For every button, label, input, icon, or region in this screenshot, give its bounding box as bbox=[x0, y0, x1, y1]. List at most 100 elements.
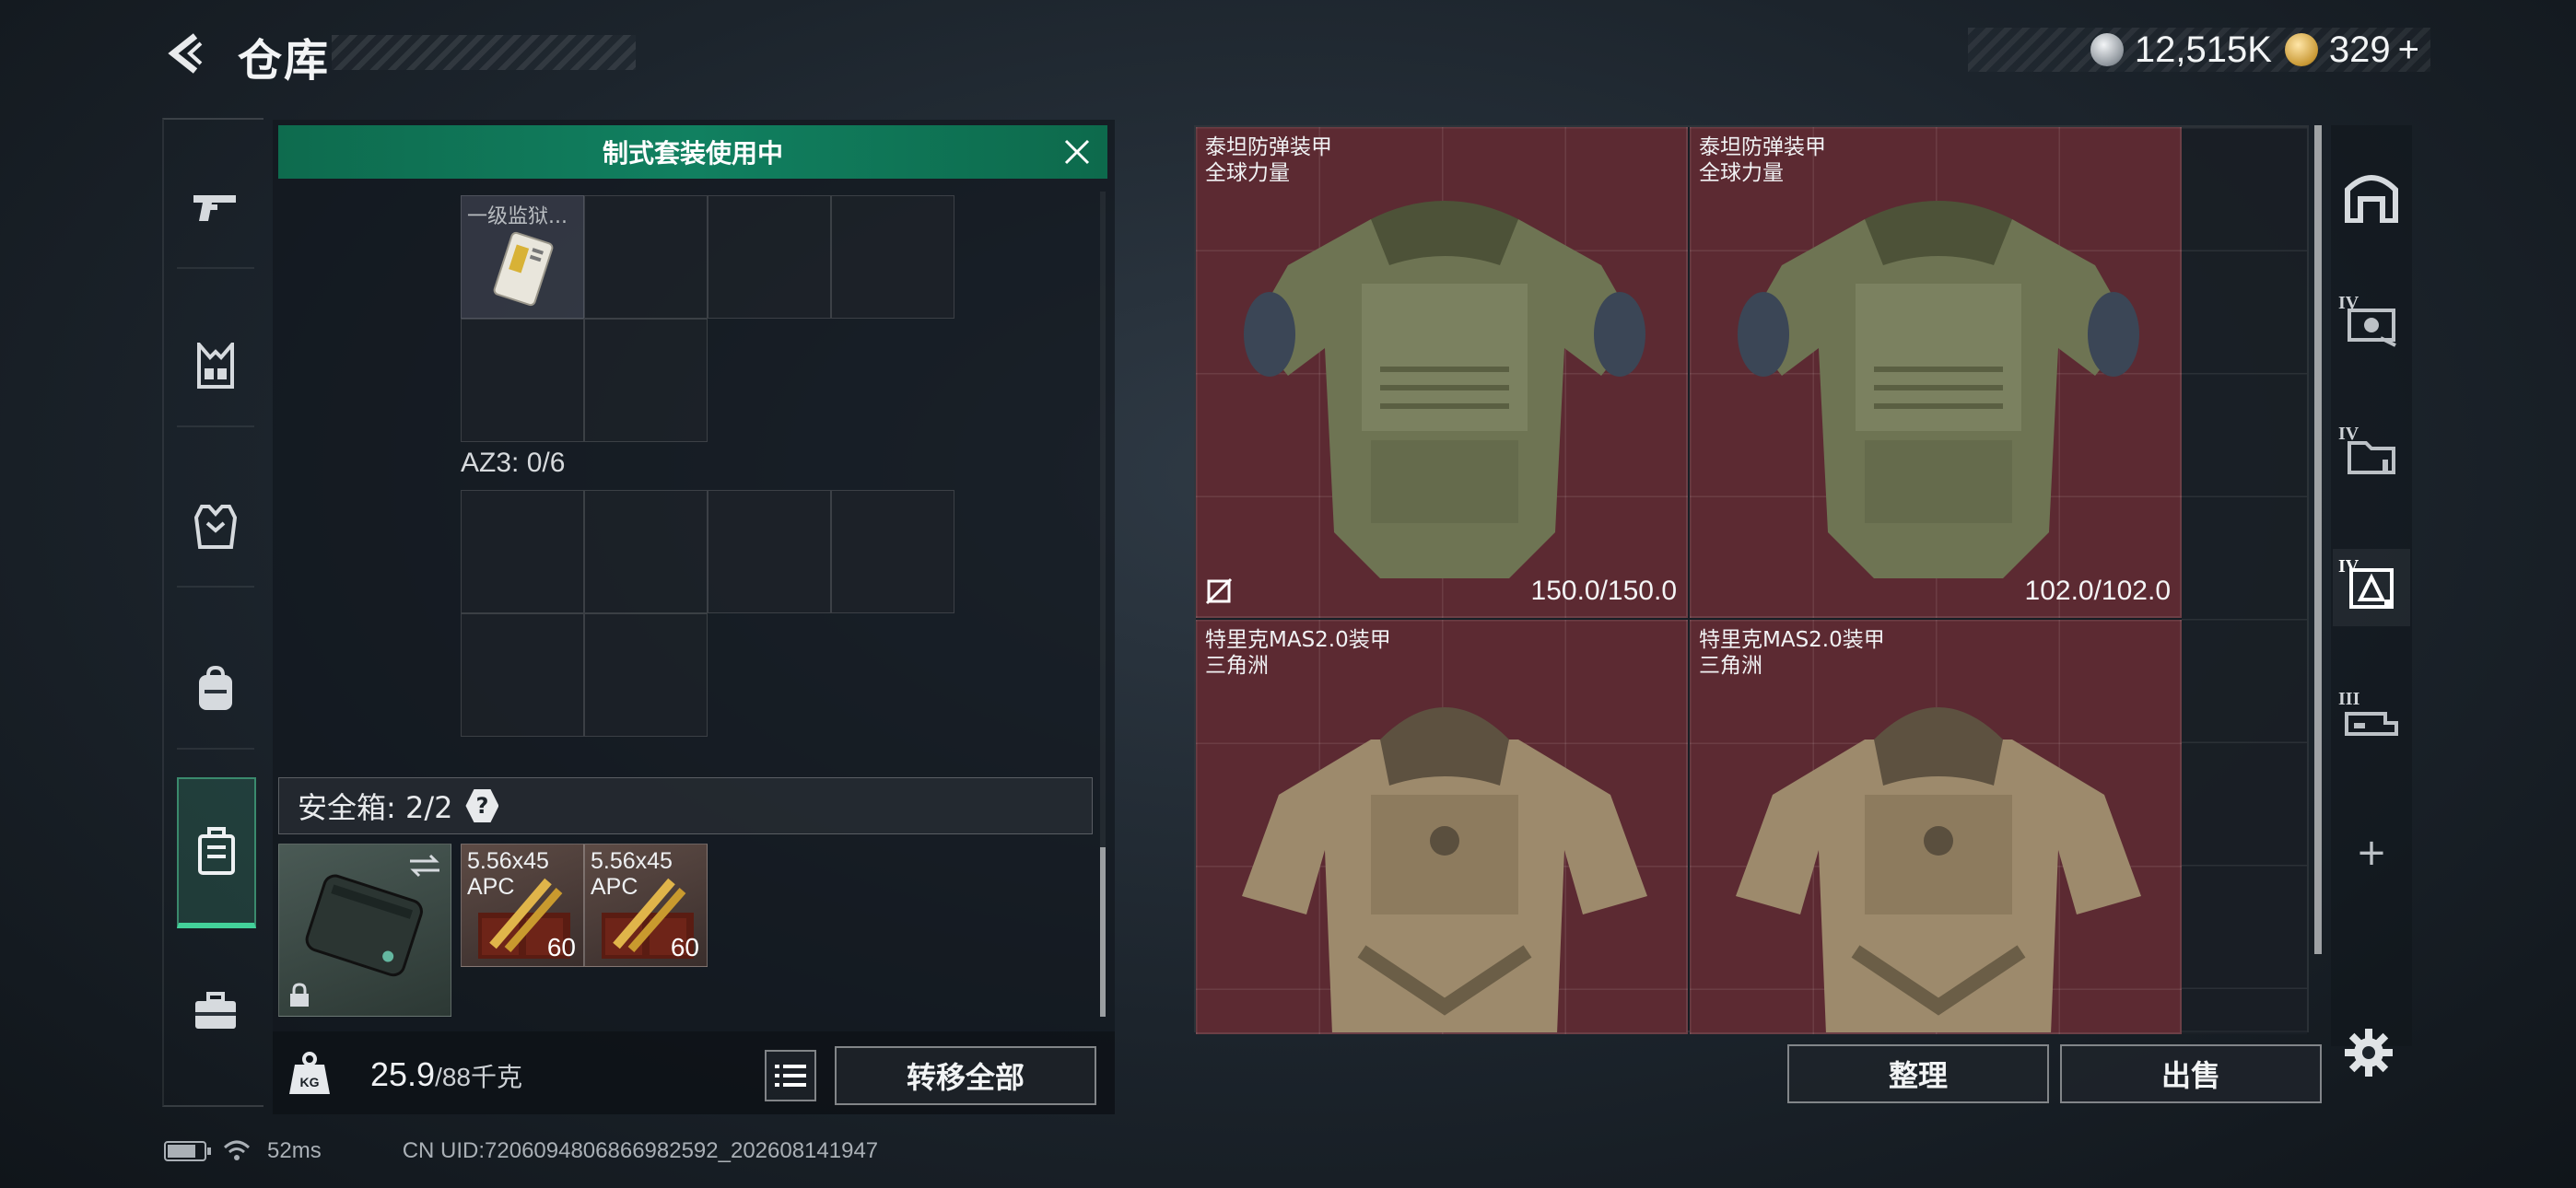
mas-armor-image bbox=[1242, 707, 1647, 1032]
settings-button[interactable] bbox=[2338, 1022, 2399, 1083]
item-name: 特里克MAS2.0装甲 三角洲 bbox=[1205, 628, 1391, 678]
weight-current: 25.9 bbox=[370, 1055, 436, 1093]
tier-label: III bbox=[2338, 689, 2360, 709]
item-name: 特里克MAS2.0装甲 三角洲 bbox=[1699, 628, 1885, 678]
az3-slot[interactable] bbox=[831, 490, 954, 613]
list-icon bbox=[775, 1065, 806, 1087]
titan-armor-image bbox=[1244, 201, 1645, 578]
ping-readout: 52ms bbox=[267, 1138, 322, 1163]
back-button[interactable] bbox=[161, 28, 213, 79]
ammo-item[interactable]: 5.56x45 APC 60 bbox=[461, 844, 584, 967]
add-stash-page-button[interactable]: + bbox=[2333, 814, 2410, 891]
stash-item-mas-armor[interactable]: 特里克MAS2.0装甲 三角洲 bbox=[1196, 620, 1688, 1034]
az3-slot[interactable] bbox=[708, 490, 831, 613]
currency-bar: 12,515K 329 + bbox=[1968, 28, 2430, 72]
rig-slot[interactable] bbox=[831, 195, 954, 319]
category-sidebar bbox=[162, 118, 263, 1107]
ammo-count: 60 bbox=[670, 933, 699, 961]
sell-button[interactable]: 出售 bbox=[2060, 1044, 2322, 1103]
item-name: 泰坦防弹装甲 全球力量 bbox=[1205, 135, 1332, 185]
item-name: 泰坦防弹装甲 全球力量 bbox=[1699, 135, 1826, 185]
gold-currency[interactable]: 329 + bbox=[2284, 29, 2419, 71]
stash-empty-column bbox=[2182, 127, 2307, 1034]
rig-slot[interactable] bbox=[584, 195, 708, 319]
safebox-icon bbox=[198, 827, 235, 875]
safebox-header: 安全箱: 2/2 ? bbox=[278, 777, 1093, 834]
weight-max: /88千克 bbox=[435, 1063, 523, 1091]
ammo-count: 60 bbox=[546, 933, 576, 961]
gold-add-button[interactable]: + bbox=[2398, 29, 2419, 71]
briefcase-icon bbox=[195, 992, 236, 1029]
user-uid: CN UID:7206094806866982592_202608141947 bbox=[402, 1138, 879, 1163]
sort-button[interactable]: 整理 bbox=[1787, 1044, 2049, 1103]
loadout-scrollbar-thumb[interactable] bbox=[1100, 847, 1106, 1017]
weight-icon: KG bbox=[286, 1050, 334, 1098]
wifi-icon bbox=[223, 1140, 251, 1160]
az3-slot[interactable] bbox=[461, 613, 584, 737]
page-title: 仓库 bbox=[238, 35, 331, 87]
tab-stash-main[interactable] bbox=[2333, 158, 2410, 236]
transfer-all-button[interactable]: 转移全部 bbox=[835, 1046, 1096, 1105]
az3-slot[interactable] bbox=[584, 613, 708, 737]
backpack-icon bbox=[199, 666, 232, 710]
rig-slot-item[interactable]: 一级监狱... bbox=[461, 195, 584, 319]
banner-close-button[interactable] bbox=[1058, 133, 1096, 171]
az3-label: AZ3: 0/6 bbox=[461, 448, 566, 478]
preset-banner-text: 制式套装使用中 bbox=[602, 138, 783, 169]
tier-label: IV bbox=[2338, 556, 2359, 577]
list-view-button[interactable] bbox=[765, 1050, 816, 1101]
tier-label: IV bbox=[2338, 424, 2359, 444]
ammo-item[interactable]: 5.56x45 APC 60 bbox=[584, 844, 708, 967]
nav-safebox[interactable] bbox=[177, 777, 256, 928]
tab-stash-iii[interactable]: III bbox=[2333, 681, 2410, 759]
safebox-help-button[interactable]: ? bbox=[465, 789, 499, 822]
keycard-icon bbox=[493, 231, 554, 307]
gear-icon bbox=[2345, 1029, 2393, 1077]
armor-vest-icon bbox=[194, 505, 237, 549]
nav-chest-rig[interactable] bbox=[177, 328, 254, 405]
ammo-label: 5.56x45 APC bbox=[467, 848, 549, 900]
tier-label: IV bbox=[2338, 293, 2359, 313]
nav-weapons[interactable] bbox=[177, 169, 254, 247]
titan-armor-image bbox=[1738, 201, 2139, 578]
az3-slot[interactable] bbox=[461, 490, 584, 613]
warehouse-icon bbox=[2345, 175, 2398, 223]
az3-slot[interactable] bbox=[584, 490, 708, 613]
tab-stash-iv-weapons[interactable]: IV bbox=[2333, 285, 2410, 363]
stash-item-titan-armor[interactable]: 泰坦防弹装甲 全球力量 150.0/150.0 bbox=[1196, 127, 1688, 618]
pistol-icon bbox=[193, 195, 236, 221]
svg-text:KG: KG bbox=[300, 1075, 320, 1089]
stash-item-titan-armor[interactable]: 泰坦防弹装甲 全球力量 102.0/102.0 bbox=[1690, 127, 2182, 618]
close-icon bbox=[1064, 139, 1090, 165]
stash-scrollbar-thumb[interactable] bbox=[2314, 125, 2322, 954]
swap-icon[interactable] bbox=[408, 852, 441, 879]
ammo-label: 5.56x45 APC bbox=[591, 848, 673, 900]
nav-backpack[interactable] bbox=[177, 650, 254, 728]
nav-armor[interactable] bbox=[177, 488, 254, 565]
silver-coin-icon bbox=[2090, 33, 2124, 66]
mas-armor-image bbox=[1736, 707, 2141, 1032]
add-icon: + bbox=[2356, 832, 2387, 874]
item-durability: 102.0/102.0 bbox=[2024, 576, 2171, 606]
item-durability: 150.0/150.0 bbox=[1530, 576, 1677, 606]
stash-grid: 泰坦防弹装甲 全球力量 150.0/150.0 泰坦防弹装甲 全球力量 102.0/… bbox=[1194, 125, 2309, 1034]
preset-banner: 制式套装使用中 bbox=[278, 125, 1107, 179]
lock-icon bbox=[290, 983, 309, 1007]
no-insure-icon bbox=[1205, 577, 1233, 605]
stash-item-mas-armor[interactable]: 特里克MAS2.0装甲 三角洲 bbox=[1690, 620, 2182, 1034]
rig-slot[interactable] bbox=[461, 319, 584, 442]
rig-slot[interactable] bbox=[708, 195, 831, 319]
gold-coin-icon bbox=[2284, 33, 2318, 66]
gold-amount: 329 bbox=[2328, 29, 2391, 70]
silver-amount: 12,515K bbox=[2134, 29, 2272, 70]
tab-stash-iv-armor[interactable]: IV bbox=[2333, 549, 2410, 626]
rig-slot[interactable] bbox=[584, 319, 708, 442]
rig-item-label: 一级监狱... bbox=[467, 205, 568, 228]
nav-toolbox[interactable] bbox=[177, 973, 254, 1050]
chest-rig-icon bbox=[197, 343, 234, 389]
safe-case-item[interactable] bbox=[278, 844, 451, 1017]
silver-currency: 12,515K bbox=[2090, 29, 2272, 71]
tab-stash-iv-folder[interactable]: IV bbox=[2333, 416, 2410, 494]
title-decoration bbox=[332, 35, 636, 70]
battery-icon bbox=[164, 1141, 211, 1161]
